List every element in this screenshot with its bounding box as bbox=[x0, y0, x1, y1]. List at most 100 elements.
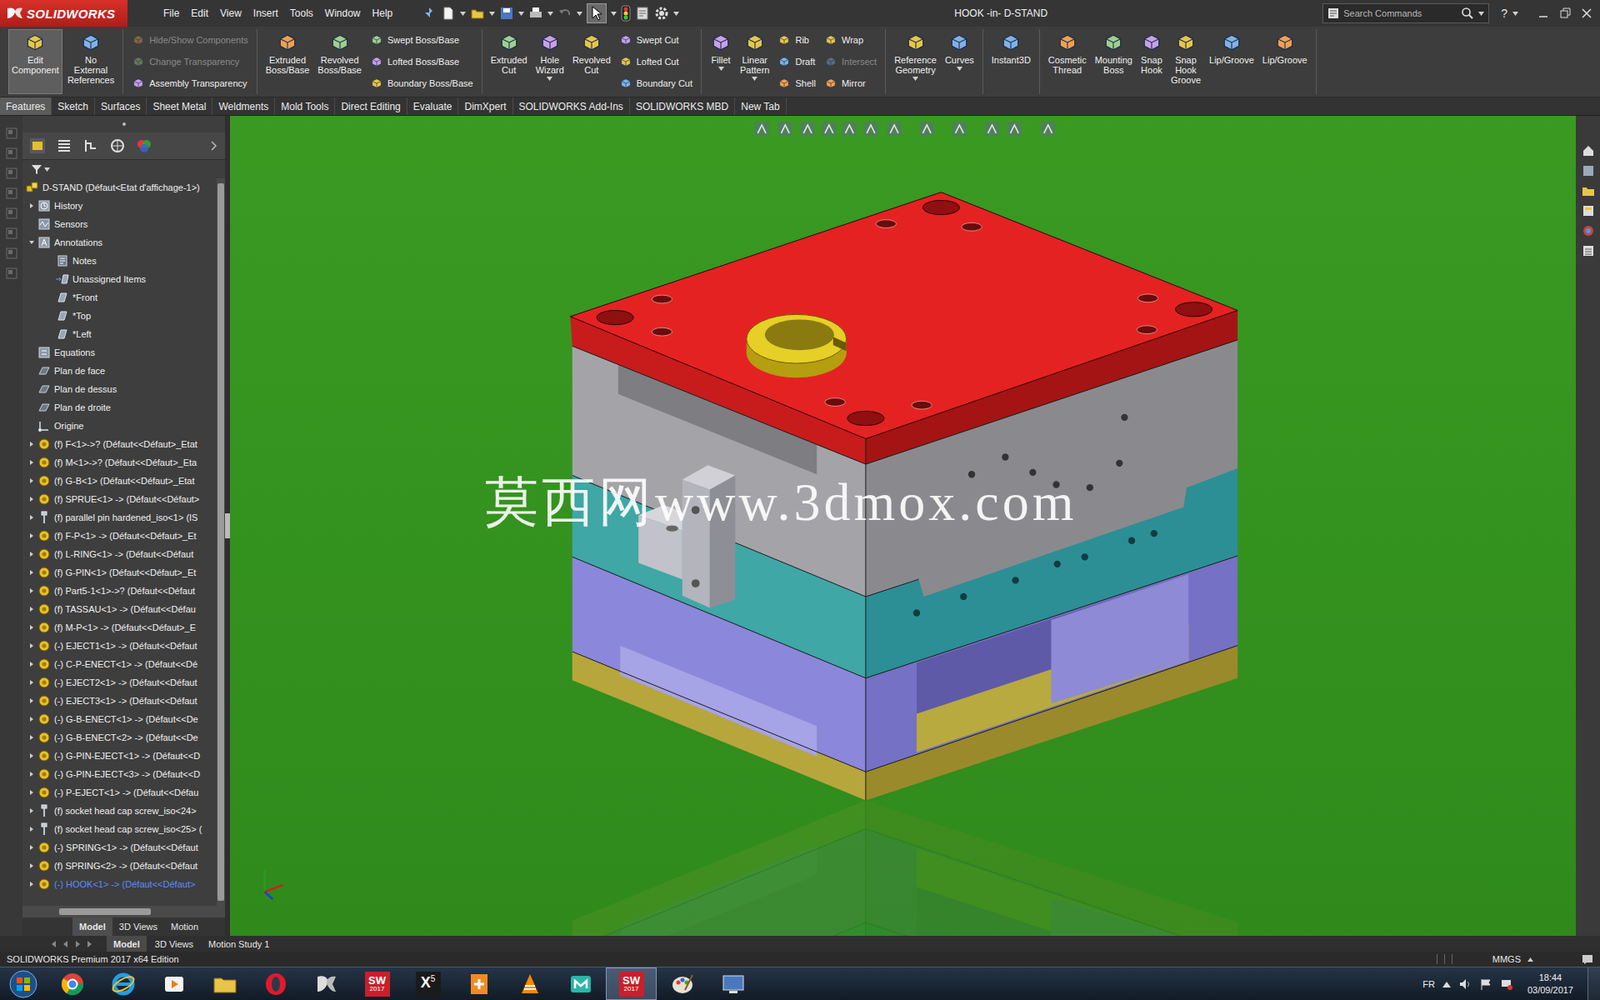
tab-scroll-icon[interactable] bbox=[73, 940, 82, 949]
view-settings-icon[interactable] bbox=[1007, 121, 1022, 136]
dropdown-icon[interactable] bbox=[956, 66, 963, 71]
ribbon-button[interactable]: Extruded Cut bbox=[487, 29, 531, 95]
menu-item[interactable]: Window bbox=[319, 4, 367, 23]
minimize-icon[interactable] bbox=[1535, 5, 1552, 22]
ribbon-small-button[interactable]: Change Transparency bbox=[131, 53, 249, 71]
expand-icon[interactable] bbox=[28, 532, 35, 540]
ribbon-button[interactable]: Cosmetic Thread bbox=[1045, 29, 1090, 95]
zoom-to-fit-icon[interactable] bbox=[755, 121, 770, 136]
taskbar-app[interactable] bbox=[453, 967, 505, 1000]
tab[interactable]: Mold Tools bbox=[275, 97, 335, 115]
tree-vertical-scrollbar[interactable] bbox=[216, 178, 225, 906]
open-folder-icon[interactable] bbox=[470, 5, 485, 21]
taskbar-app[interactable]: SW2017 bbox=[605, 967, 657, 1000]
expand-icon[interactable] bbox=[28, 807, 35, 815]
taskbar-app[interactable] bbox=[504, 967, 555, 1000]
tab[interactable]: DimXpert bbox=[458, 97, 513, 115]
dropdown-icon[interactable] bbox=[576, 11, 583, 16]
tree-item[interactable]: (f) SPRUE<1> -> (Défaut<<Défaut> bbox=[25, 490, 217, 509]
action-center-icon[interactable] bbox=[1479, 977, 1493, 991]
edit-appearance-icon[interactable] bbox=[952, 121, 967, 136]
tree-item[interactable]: (-) EJECT2<1> -> (Défaut<<Défaut bbox=[25, 673, 217, 692]
tab[interactable]: Features bbox=[0, 97, 52, 115]
expand-icon[interactable] bbox=[28, 569, 35, 576]
dropdown-icon[interactable] bbox=[718, 66, 725, 71]
tree-item[interactable]: Plan de droite bbox=[25, 398, 217, 417]
appearances-icon[interactable] bbox=[1581, 224, 1595, 238]
undo-icon[interactable] bbox=[557, 5, 573, 21]
tree-item[interactable]: (f) M<1>->? (Défaut<<Défaut>_Eta bbox=[25, 453, 217, 472]
tab[interactable]: Sheet Metal bbox=[146, 97, 213, 115]
tree-item[interactable]: Sensors bbox=[25, 215, 217, 234]
menu-item[interactable]: Help bbox=[366, 4, 400, 23]
dynamic-annotation-icon[interactable] bbox=[842, 121, 857, 136]
tree-item[interactable]: Origine bbox=[25, 416, 217, 435]
menu-item[interactable]: Edit bbox=[185, 4, 215, 23]
dropdown-icon[interactable] bbox=[489, 11, 495, 16]
tree-item[interactable]: Plan de face bbox=[25, 361, 217, 380]
expand-icon[interactable] bbox=[28, 734, 35, 741]
taskbar-app[interactable] bbox=[656, 967, 708, 1000]
expand-icon[interactable] bbox=[28, 440, 35, 448]
tree-item[interactable]: (f) L-RING<1> -> (Défaut<<Défaut bbox=[25, 545, 217, 564]
ribbon-button[interactable]: Extruded Boss/Base bbox=[262, 29, 314, 95]
expand-icon[interactable] bbox=[28, 459, 35, 466]
expand-icon[interactable] bbox=[28, 642, 35, 650]
tree-item[interactable]: (f) G-B<1> (Défaut<<Défaut>_Etat bbox=[25, 471, 217, 490]
expand-icon[interactable] bbox=[28, 770, 35, 778]
expand-icon[interactable] bbox=[28, 660, 35, 668]
print-icon[interactable] bbox=[528, 5, 544, 21]
tree-item[interactable]: (f) M-P<1> -> (Défaut<<Défaut>_E bbox=[25, 618, 217, 637]
section-view-icon[interactable] bbox=[821, 121, 836, 136]
units-caret-icon[interactable] bbox=[1527, 957, 1534, 962]
network-icon[interactable] bbox=[1500, 977, 1514, 991]
ribbon-button[interactable]: No External References bbox=[64, 29, 118, 95]
ribbon-small-button[interactable]: Shell bbox=[777, 75, 815, 93]
ribbon-button[interactable]: Mounting Boss bbox=[1091, 29, 1136, 95]
pin-icon[interactable] bbox=[421, 5, 437, 21]
dropdown-icon[interactable] bbox=[1512, 11, 1519, 16]
ribbon-button[interactable]: Lip/Groove bbox=[1205, 29, 1258, 95]
menu-item[interactable]: Tools bbox=[284, 4, 320, 23]
panel-shortcut-icon[interactable] bbox=[5, 187, 18, 200]
expand-icon[interactable] bbox=[28, 514, 35, 521]
home-icon[interactable] bbox=[1581, 144, 1595, 158]
tab[interactable]: SOLIDWORKS MBD bbox=[630, 97, 735, 115]
ribbon-button[interactable]: Curves bbox=[941, 29, 978, 95]
taskbar-app[interactable]: X5 bbox=[402, 967, 454, 1000]
menu-item[interactable]: Insert bbox=[247, 4, 285, 23]
expand-icon[interactable] bbox=[28, 605, 35, 613]
panel-shortcut-icon[interactable] bbox=[5, 127, 18, 140]
custom-properties-icon[interactable] bbox=[1581, 244, 1595, 258]
tree-item[interactable]: (f) socket head cap screw_iso<25> ( bbox=[25, 820, 217, 839]
tree-item[interactable]: (-) EJECT1<1> -> (Défaut<<Défaut bbox=[25, 636, 217, 655]
expand-panel-icon[interactable] bbox=[210, 140, 219, 152]
start-button[interactable] bbox=[0, 967, 47, 1000]
ribbon-small-button[interactable]: Swept Boss/Base bbox=[370, 31, 474, 50]
panel-shortcut-icon[interactable] bbox=[5, 167, 18, 180]
tree-item[interactable]: (-) P-EJECT<1> -> (Défaut<<Défau bbox=[25, 783, 217, 802]
ribbon-button[interactable]: Reference Geometry bbox=[890, 29, 940, 95]
tree-horizontal-scrollbar[interactable] bbox=[22, 905, 225, 918]
ribbon-small-button[interactable]: Wrap bbox=[824, 31, 877, 50]
resources-icon[interactable] bbox=[1581, 164, 1595, 178]
tree-item[interactable]: (-) HOOK<1> -> (Défaut<<Défaut> bbox=[25, 875, 217, 894]
expand-icon[interactable] bbox=[28, 825, 35, 833]
expand-icon[interactable] bbox=[28, 679, 35, 686]
magnifier-icon[interactable] bbox=[1460, 6, 1475, 20]
dropdown-icon[interactable] bbox=[912, 76, 919, 81]
ribbon-small-button[interactable]: Boundary Boss/Base bbox=[370, 75, 474, 93]
dropdown-icon[interactable] bbox=[44, 167, 50, 172]
expand-icon[interactable] bbox=[28, 697, 35, 705]
tree-item[interactable]: *Front bbox=[25, 288, 217, 307]
dropdown-icon[interactable] bbox=[751, 76, 758, 81]
ribbon-button[interactable]: Lip/Groove bbox=[1259, 29, 1311, 95]
tree-item[interactable]: (-) G-PIN-EJECT<3> -> (Défaut<<D bbox=[25, 765, 217, 784]
tab[interactable]: Surfaces bbox=[95, 97, 147, 115]
panel-shortcut-icon[interactable] bbox=[5, 227, 18, 240]
tree-item[interactable]: (f) SPRING<2> -> (Défaut<<Défaut bbox=[25, 856, 217, 875]
menu-item[interactable]: View bbox=[214, 4, 248, 23]
panel-shortcut-icon[interactable] bbox=[5, 247, 18, 260]
expand-icon[interactable] bbox=[28, 587, 35, 595]
solidworks-logo[interactable]: SOLIDWORKS bbox=[0, 0, 128, 27]
